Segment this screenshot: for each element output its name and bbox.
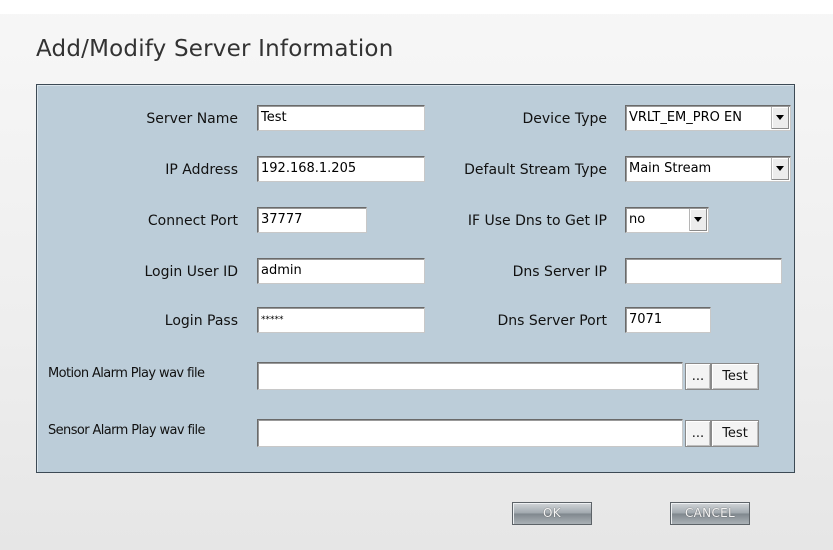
chevron-down-icon[interactable] — [689, 209, 707, 231]
dns-server-port-label: Dns Server Port — [497, 313, 607, 329]
chevron-down-icon[interactable] — [771, 158, 789, 180]
login-user-id-label: Login User ID — [144, 264, 239, 280]
default-stream-type-label: Default Stream Type — [464, 162, 607, 178]
dialog-top-edge — [0, 0, 833, 14]
default-stream-type-select[interactable]: Main Stream — [625, 156, 791, 182]
server-name-label: Server Name — [146, 111, 238, 127]
sensor-alarm-browse-button[interactable]: ... — [685, 420, 711, 447]
chevron-down-icon[interactable] — [771, 107, 789, 129]
sensor-alarm-test-button[interactable]: Test — [711, 420, 759, 447]
motion-alarm-wav-label: Motion Alarm Play wav file — [48, 366, 205, 381]
server-info-dialog: Add/Modify Server Information Server Nam… — [0, 0, 833, 550]
ok-button[interactable]: OK — [512, 502, 592, 525]
device-type-value: VRLT_EM_PRO EN — [629, 110, 742, 125]
sensor-alarm-wav-input[interactable] — [257, 419, 683, 447]
sensor-alarm-wav-label: Sensor Alarm Play wav file — [48, 423, 206, 438]
connect-port-label: Connect Port — [147, 213, 238, 229]
use-dns-label: IF Use Dns to Get IP — [467, 213, 607, 229]
motion-alarm-wav-input[interactable] — [257, 362, 683, 390]
ip-address-label: IP Address — [165, 162, 238, 178]
login-user-id-input[interactable]: admin — [257, 258, 425, 284]
dns-server-ip-input[interactable] — [625, 258, 782, 284]
ip-address-input[interactable]: 192.168.1.205 — [257, 156, 425, 182]
server-name-input[interactable]: Test — [257, 105, 425, 131]
use-dns-select[interactable]: no — [625, 207, 709, 233]
dialog-title: Add/Modify Server Information — [36, 36, 394, 62]
motion-alarm-test-button[interactable]: Test — [711, 363, 759, 390]
motion-alarm-browse-button[interactable]: ... — [685, 363, 711, 390]
dns-server-port-input[interactable]: 7071 — [625, 307, 711, 333]
device-type-label: Device Type — [522, 111, 608, 127]
default-stream-type-value: Main Stream — [629, 161, 712, 176]
cancel-button[interactable]: CANCEL — [670, 502, 750, 525]
device-type-select[interactable]: VRLT_EM_PRO EN — [625, 105, 791, 131]
use-dns-value: no — [629, 212, 646, 227]
login-pass-label: Login Pass — [164, 313, 238, 329]
dns-server-ip-label: Dns Server IP — [512, 264, 607, 280]
login-pass-input[interactable]: ***** — [257, 307, 425, 333]
connect-port-input[interactable]: 37777 — [257, 207, 367, 233]
